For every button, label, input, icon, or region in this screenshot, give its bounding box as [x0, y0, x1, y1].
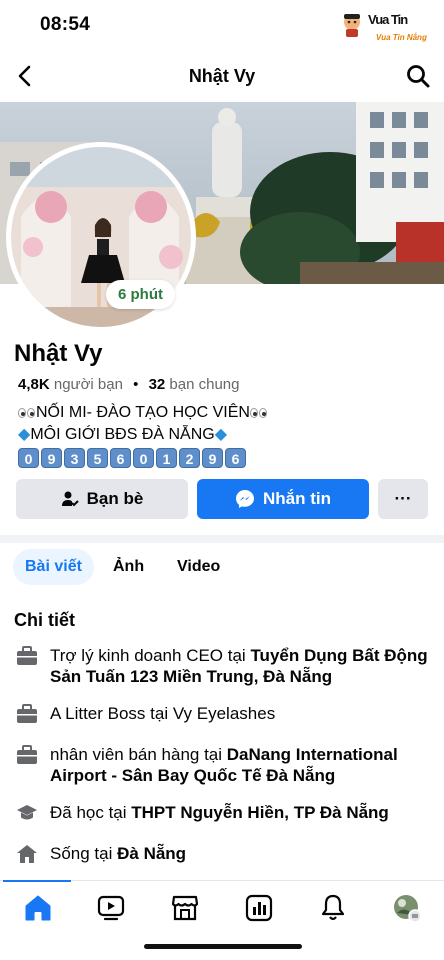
mutual-count: 32 [148, 376, 166, 393]
phone-digit-keycap: 6 [225, 448, 246, 468]
phone-digit-keycap: 5 [87, 448, 108, 468]
gem-emoji-icon: ◆ [214, 426, 228, 443]
bio-line-2-text: MÔI GIỚI BĐS ĐÀ NẴNG [30, 426, 215, 443]
eyes-emoji-icon [18, 408, 26, 418]
watermark-text: Vua Tin [368, 12, 408, 27]
details-heading: Chi tiết [14, 610, 75, 630]
eyes-emoji-icon [258, 408, 267, 418]
friends-count: 4,8K [18, 376, 50, 393]
tab-photos[interactable]: Ảnh [101, 549, 156, 585]
bio-line-1-text: NỐI MI- ĐÀO TẠO HỌC VIÊN [36, 404, 250, 421]
active-tab-indicator [3, 880, 71, 882]
eyes-emoji-icon [27, 408, 35, 418]
phone-digit-keycap: 0 [133, 448, 154, 468]
briefcase-icon [17, 745, 37, 764]
profile-name: Nhật Vy [14, 340, 103, 367]
mutual-label: bạn chung [169, 376, 240, 393]
detail-work-3-prefix: nhân viên bán hàng tại [50, 745, 227, 764]
profile-bio: NỐI MI- ĐÀO TẠO HỌC VIÊN ◆MÔI GIỚI BĐS Đ… [18, 402, 268, 468]
search-icon[interactable] [404, 62, 432, 90]
section-divider [0, 535, 444, 543]
home-icon[interactable] [23, 893, 53, 923]
phone-digit-keycap: 9 [41, 448, 62, 468]
phone-digit-keycap: 9 [202, 448, 223, 468]
tab-videos[interactable]: Video [165, 549, 232, 585]
video-icon[interactable] [96, 893, 126, 923]
phone-digit-keycap: 2 [179, 448, 200, 468]
more-icon: ··· [394, 489, 412, 508]
more-options-button[interactable]: ··· [378, 479, 428, 519]
status-time: 08:54 [40, 14, 91, 35]
detail-education-school[interactable]: THPT Nguyễn Hiền, TP Đà Nẵng [131, 803, 389, 822]
house-icon [17, 845, 37, 863]
bottom-tab-bar [0, 880, 444, 932]
detail-work-3: nhân viên bán hàng tại DaNang Internatio… [50, 744, 440, 786]
bell-icon[interactable] [318, 893, 348, 923]
watermark-subtext: Vua Tin Nắng [376, 33, 427, 42]
briefcase-icon [17, 704, 37, 723]
phone-digit-keycap: 0 [18, 448, 39, 468]
home-indicator [144, 944, 302, 949]
detail-residence-city[interactable]: Đà Nẵng [117, 844, 186, 863]
messenger-icon [236, 490, 254, 508]
top-nav: Nhật Vy [0, 52, 444, 102]
status-bar: 08:54 Vua Tin Vua Tin Nắng [0, 0, 444, 52]
phone-digit-keycap: 1 [156, 448, 177, 468]
detail-education-prefix: Đã học tại [50, 803, 132, 822]
detail-work-1: Trợ lý kinh doanh CEO tại Tuyển Dụng Bất… [50, 645, 440, 687]
message-button[interactable]: Nhắn tin [197, 479, 369, 519]
briefcase-icon [17, 646, 37, 665]
watermark-logo: Vua Tin Vua Tin Nắng [334, 8, 434, 48]
bio-line-1: NỐI MI- ĐÀO TẠO HỌC VIÊN [18, 402, 268, 424]
separator-dot: • [133, 376, 139, 393]
detail-residence-prefix: Sống tại [50, 844, 118, 863]
friends-button[interactable]: Bạn bè [16, 479, 188, 519]
detail-work-2: A Litter Boss tại Vy Eyelashes [50, 703, 440, 724]
bio-line-2: ◆MÔI GIỚI BĐS ĐÀ NẴNG◆ [18, 424, 268, 446]
detail-education: Đã học tại THPT Nguyễn Hiền, TP Đà Nẵng [50, 802, 440, 823]
page-title: Nhật Vy [188, 66, 256, 86]
story-time-badge: 6 phút [106, 280, 175, 309]
friends-summary[interactable]: 4,8K người bạn • 32 bạn chung [18, 376, 240, 393]
graduation-cap-icon [17, 805, 37, 820]
phone-digit-keycap: 3 [64, 448, 85, 468]
friend-check-icon [61, 491, 79, 507]
detail-work-2-text: A Litter Boss tại Vy Eyelashes [50, 704, 276, 723]
marketplace-icon[interactable] [170, 893, 200, 923]
gem-emoji-icon: ◆ [18, 426, 31, 443]
eyes-emoji-icon [249, 408, 258, 418]
profile-menu-avatar[interactable] [392, 893, 422, 923]
tab-posts[interactable]: Bài viết [13, 549, 94, 585]
phone-digit-keycap: 6 [110, 448, 131, 468]
detail-work-1-prefix: Trợ lý kinh doanh CEO tại [50, 646, 251, 665]
message-button-label: Nhắn tin [263, 489, 331, 508]
friends-label: người bạn [53, 376, 123, 393]
feeds-icon[interactable] [244, 893, 274, 923]
mascot-icon [344, 14, 360, 37]
phone-number-keycaps: 0935601296 [18, 448, 268, 468]
detail-residence: Sống tại Đà Nẵng [50, 843, 440, 864]
profile-page: 08:54 Vua Tin Vua Tin Nắng Nhật Vy 6 phú… [0, 0, 444, 960]
friends-button-label: Bạn bè [86, 489, 144, 508]
